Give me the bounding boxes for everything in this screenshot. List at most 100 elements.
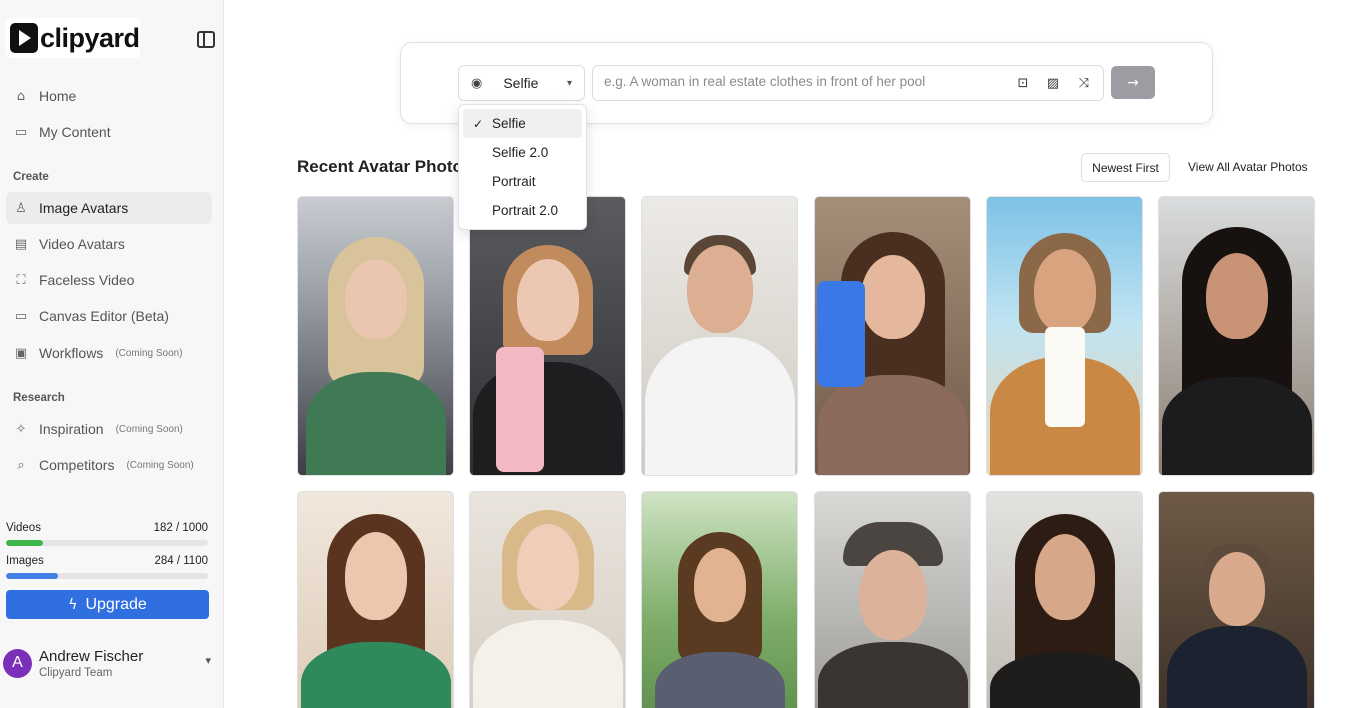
shopping-bag-icon[interactable]: ⊡ <box>1014 74 1032 92</box>
user-menu[interactable]: A Andrew Fischer Clipyard Team ▾ <box>3 646 215 680</box>
images-usage-label: Images <box>6 555 44 567</box>
image-icon[interactable]: ▨ <box>1044 74 1062 92</box>
images-progress-fill <box>6 573 59 579</box>
style-option-label: Selfie 2.0 <box>492 145 549 160</box>
photo-bottle <box>1045 327 1085 427</box>
photo-torso <box>1161 377 1312 475</box>
shuffle-icon[interactable]: ⤨ <box>1075 74 1093 92</box>
avatar-photo[interactable] <box>641 196 798 476</box>
upgrade-button[interactable]: ϟ Upgrade <box>6 590 209 619</box>
photo-face <box>344 532 407 620</box>
sidebar-item-video-avatars[interactable]: ▤ Video Avatars <box>6 228 212 260</box>
sidebar-item-my-content[interactable]: ▭ My Content <box>6 116 212 148</box>
sidebar-item-faceless-video[interactable]: ⛶ Faceless Video <box>6 264 212 296</box>
play-logo-icon <box>10 23 38 53</box>
upgrade-label: Upgrade <box>85 595 147 613</box>
check-icon: ✓ <box>473 116 484 131</box>
avatar-photo[interactable] <box>814 196 971 476</box>
videos-usage-value: 182 / 1000 <box>153 522 208 534</box>
coming-soon-badge: (Coming Soon) <box>115 423 183 435</box>
style-select-value: Selfie <box>503 75 539 91</box>
scan-icon: ⛶ <box>16 272 26 288</box>
coming-soon-badge: (Coming Soon) <box>126 459 194 471</box>
sort-button[interactable]: Newest First <box>1081 153 1170 182</box>
home-icon: ⌂ <box>16 88 26 104</box>
avatar-photo[interactable] <box>1158 196 1315 476</box>
photo-face <box>1033 249 1096 333</box>
sidebar-item-inspiration[interactable]: ✧ Inspiration (Coming Soon) <box>6 413 212 445</box>
photo-face <box>693 548 746 622</box>
sidebar-item-canvas-editor[interactable]: ▭ Canvas Editor (Beta) <box>6 300 212 332</box>
photo-torso <box>654 652 785 708</box>
photo-torso <box>472 620 623 708</box>
sidebar-item-label: Workflows <box>39 345 104 361</box>
sidebar-item-label: Competitors <box>39 457 115 473</box>
style-option-selfie-2[interactable]: Selfie 2.0 <box>463 138 582 167</box>
brand-logo[interactable]: clipyard <box>6 18 140 58</box>
style-option-portrait[interactable]: Portrait <box>463 167 582 196</box>
photo-face <box>686 245 753 333</box>
photo-face <box>858 550 927 640</box>
avatar-photo[interactable] <box>814 491 971 708</box>
images-progress-bar <box>6 573 208 579</box>
sidebar-item-competitors[interactable]: ⌕ Competitors (Coming Soon) <box>6 449 212 481</box>
sidebar-item-label: Video Avatars <box>39 236 125 252</box>
avatar: A <box>3 648 32 678</box>
sidebar-item-image-avatars[interactable]: ♙ Image Avatars <box>6 192 212 224</box>
sidebar-item-label: Inspiration <box>39 421 104 437</box>
user-icon: ♙ <box>15 200 27 216</box>
photo-torso <box>817 642 968 708</box>
prompt-field: ⊡ ▨ ⤨ <box>592 65 1104 101</box>
style-option-label: Portrait 2.0 <box>492 203 559 218</box>
avatar-photo[interactable] <box>469 196 626 476</box>
prompt-input[interactable] <box>604 74 994 89</box>
user-name: Andrew Fischer <box>39 647 144 665</box>
monitor-icon: ▭ <box>14 308 28 324</box>
photo-face <box>516 259 579 341</box>
avatar-photo[interactable] <box>1158 491 1315 708</box>
avatar-photo[interactable] <box>297 196 454 476</box>
sidebar-item-label: Image Avatars <box>39 200 129 216</box>
style-option-portrait-2[interactable]: Portrait 2.0 <box>463 196 582 225</box>
section-label-create: Create <box>13 171 49 183</box>
images-usage-value: 284 / 1100 <box>154 555 208 567</box>
photo-torso <box>989 652 1140 708</box>
photo-torso <box>305 372 446 475</box>
photo-face <box>1208 552 1265 626</box>
photo-face <box>516 524 579 610</box>
style-option-selfie[interactable]: ✓ Selfie <box>463 109 582 138</box>
sidebar-item-label: Canvas Editor (Beta) <box>39 308 169 324</box>
view-all-link[interactable]: View All Avatar Photos <box>1188 160 1308 174</box>
sidebar-toggle-icon[interactable] <box>197 31 215 48</box>
avatar-photo[interactable] <box>986 491 1143 708</box>
sidebar-item-home[interactable]: ⌂ Home <box>6 80 212 112</box>
chip-icon: ▣ <box>14 345 28 361</box>
photo-torso <box>1166 626 1307 708</box>
arrow-right-icon: → <box>1127 74 1139 91</box>
search-icon: ⌕ <box>17 457 25 473</box>
avatar-photo[interactable] <box>469 491 626 708</box>
photo-face <box>344 259 407 339</box>
sidebar-item-label: Home <box>39 88 77 104</box>
sparkles-icon: ✧ <box>15 421 27 437</box>
style-option-label: Portrait <box>492 174 536 189</box>
coming-soon-badge: (Coming Soon) <box>115 347 183 359</box>
lightning-icon: ϟ <box>68 596 78 613</box>
avatar-photo[interactable] <box>641 491 798 708</box>
style-select[interactable]: ◉ Selfie ▾ <box>458 65 585 101</box>
avatar-photo[interactable] <box>297 491 454 708</box>
sidebar-item-label: My Content <box>39 124 111 140</box>
sidebar-item-workflows[interactable]: ▣ Workflows (Coming Soon) <box>6 337 212 369</box>
submit-button[interactable]: → <box>1111 66 1155 99</box>
photo-torso <box>472 362 623 475</box>
video-camera-icon: ▭ <box>14 124 28 140</box>
photo-torso <box>817 375 968 475</box>
photo-torso <box>644 337 795 475</box>
photo-tumbler <box>496 347 544 472</box>
film-icon: ▤ <box>14 236 28 252</box>
sidebar-item-label: Faceless Video <box>39 272 135 288</box>
photo-phone <box>817 281 865 387</box>
avatar-photo[interactable] <box>986 196 1143 476</box>
photo-face <box>860 255 925 339</box>
videos-progress-fill <box>6 540 43 546</box>
